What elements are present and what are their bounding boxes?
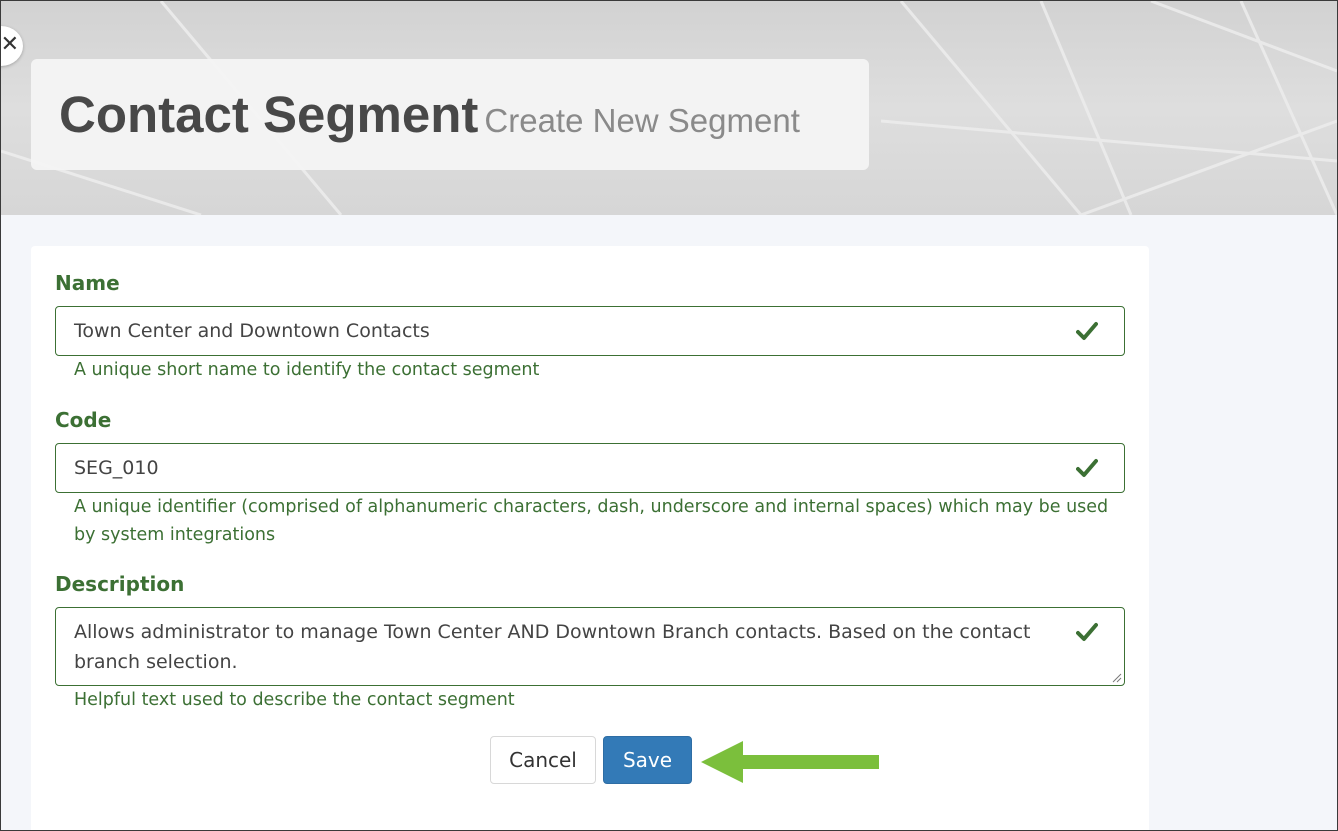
description-textarea[interactable]: Allows administrator to manage Town Cent… (55, 607, 1125, 686)
description-label: Description (55, 572, 185, 596)
checkmark-icon (1076, 459, 1098, 477)
page-header-banner: ✕ Contact Segment Create New Segment (1, 1, 1337, 215)
name-input[interactable]: Town Center and Downtown Contacts (55, 306, 1125, 356)
code-help-text: A unique identifier (comprised of alphan… (74, 497, 1109, 545)
segment-form: Name Town Center and Downtown Contacts A… (31, 246, 1149, 830)
description-textarea-value: Allows administrator to manage Town Cent… (74, 621, 1031, 673)
code-input-value: SEG_010 (74, 457, 159, 479)
resize-handle-icon[interactable] (1112, 673, 1122, 683)
title-card: Contact Segment Create New Segment (31, 59, 869, 170)
code-input[interactable]: SEG_010 (55, 443, 1125, 493)
arrow-left-icon (701, 741, 879, 783)
description-help-text: Helpful text used to describe the contac… (74, 690, 515, 710)
checkmark-icon (1076, 322, 1098, 340)
page-title-text: Contact Segment (59, 86, 479, 143)
page-subtitle: Create New Segment (484, 102, 800, 139)
page-title: Contact Segment Create New Segment (59, 85, 800, 151)
name-help-text: A unique short name to identify the cont… (74, 360, 540, 380)
page-frame: ✕ Contact Segment Create New Segment Name… (0, 0, 1338, 831)
name-input-value: Town Center and Downtown Contacts (74, 320, 430, 342)
checkmark-icon (1076, 623, 1098, 641)
close-icon: ✕ (1, 32, 19, 57)
cancel-button[interactable]: Cancel (490, 736, 596, 784)
code-label: Code (55, 408, 112, 432)
save-button[interactable]: Save (603, 736, 692, 784)
name-label: Name (55, 271, 120, 295)
